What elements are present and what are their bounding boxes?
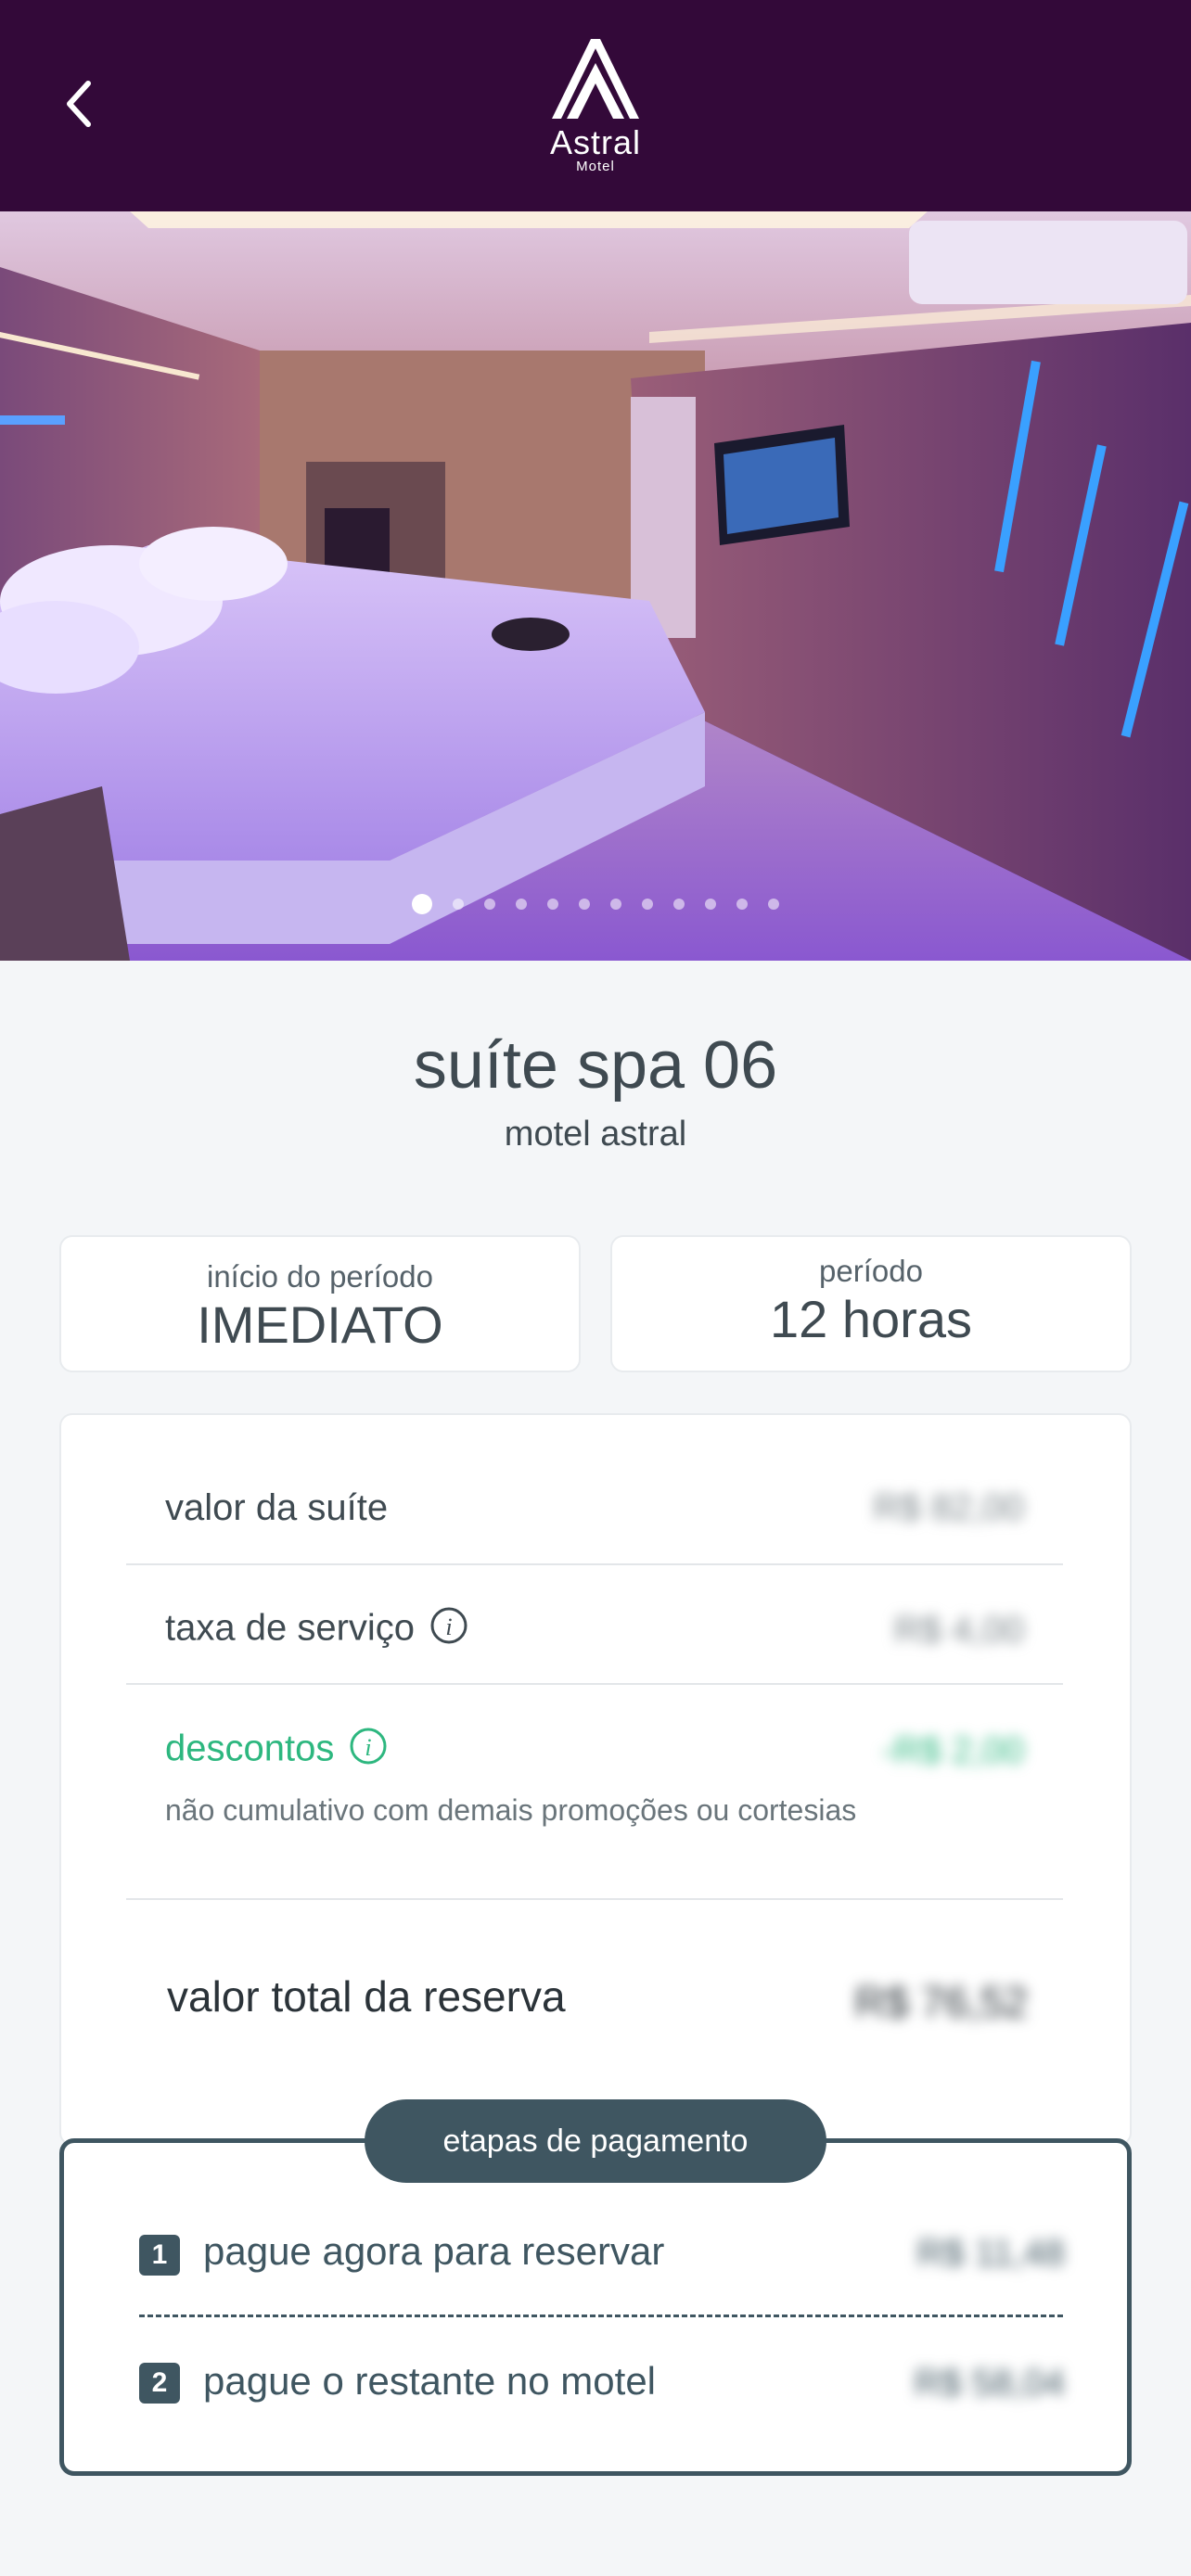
divider bbox=[126, 1563, 1063, 1565]
logo-mark-icon bbox=[552, 39, 639, 119]
divider bbox=[126, 1683, 1063, 1685]
carousel-dot[interactable] bbox=[453, 899, 464, 910]
chevron-left-icon bbox=[67, 81, 91, 127]
suite-title: suíte spa 06 bbox=[413, 1028, 778, 1103]
logo-wordmark: Astral bbox=[549, 123, 642, 161]
discount-value: -R$ 2,00 bbox=[881, 1730, 1024, 1771]
period-duration-card: período 12 horas bbox=[610, 1235, 1132, 1372]
app-header: Astral Motel bbox=[0, 0, 1191, 211]
logo-subtitle: Motel bbox=[576, 159, 615, 174]
suite-price-label: valor da suíte bbox=[165, 1487, 389, 1528]
motel-name: motel astral bbox=[504, 1115, 687, 1154]
step-1-label: pague agora para reservar bbox=[203, 2229, 665, 2273]
service-fee-label: taxa de serviço bbox=[165, 1607, 416, 1649]
back-button[interactable] bbox=[46, 67, 111, 141]
step-2-value: R$ 58,04 bbox=[914, 2363, 1065, 2404]
svg-text:i: i bbox=[365, 1734, 372, 1761]
suite-photo bbox=[0, 211, 1191, 961]
carousel-dot[interactable] bbox=[412, 894, 432, 914]
suite-price-value: R$ 82,00 bbox=[873, 1487, 1024, 1528]
carousel-dot[interactable] bbox=[736, 899, 748, 910]
period-duration-value: 12 horas bbox=[770, 1290, 972, 1348]
period-duration-label: período bbox=[819, 1254, 923, 1288]
discount-label: descontos bbox=[165, 1728, 335, 1769]
carousel-dot[interactable] bbox=[705, 899, 716, 910]
carousel-dot[interactable] bbox=[768, 899, 779, 910]
carousel-dots bbox=[0, 894, 1191, 914]
period-start-label: início do período bbox=[206, 1259, 433, 1294]
total-value: R$ 76,52 bbox=[854, 1978, 1028, 2026]
astral-logo: Astral Motel bbox=[536, 35, 655, 174]
suite-photo-carousel[interactable] bbox=[0, 211, 1191, 961]
carousel-dot[interactable] bbox=[642, 899, 653, 910]
carousel-dot[interactable] bbox=[579, 899, 590, 910]
info-icon[interactable]: i bbox=[429, 1606, 468, 1654]
step-divider bbox=[139, 2315, 1063, 2317]
period-start-card: início do período IMEDIATO bbox=[59, 1235, 581, 1372]
step-1-value: R$ 11,48 bbox=[916, 2233, 1065, 2274]
service-fee-row: taxa de serviço i bbox=[165, 1606, 468, 1654]
payment-steps-title: etapas de pagamento bbox=[365, 2099, 826, 2183]
discount-note: não cumulativo com demais promoções ou c… bbox=[165, 1793, 857, 1827]
info-icon[interactable]: i bbox=[349, 1727, 388, 1775]
divider bbox=[126, 1898, 1063, 1900]
total-label: valor total da reserva bbox=[167, 1972, 566, 2021]
period-start-value: IMEDIATO bbox=[197, 1295, 443, 1354]
carousel-dot[interactable] bbox=[610, 899, 621, 910]
service-fee-value: R$ 4,00 bbox=[893, 1610, 1024, 1651]
carousel-dot[interactable] bbox=[516, 899, 527, 910]
step-2-badge: 2 bbox=[139, 2363, 180, 2404]
svg-text:i: i bbox=[445, 1613, 452, 1640]
carousel-dot[interactable] bbox=[673, 899, 685, 910]
discount-row: descontos i bbox=[165, 1727, 388, 1775]
carousel-dot[interactable] bbox=[484, 899, 495, 910]
step-2-label: pague o restante no motel bbox=[203, 2359, 657, 2403]
step-1-badge: 1 bbox=[139, 2235, 180, 2276]
payment-steps-box bbox=[59, 2138, 1132, 2476]
carousel-dot[interactable] bbox=[547, 899, 558, 910]
